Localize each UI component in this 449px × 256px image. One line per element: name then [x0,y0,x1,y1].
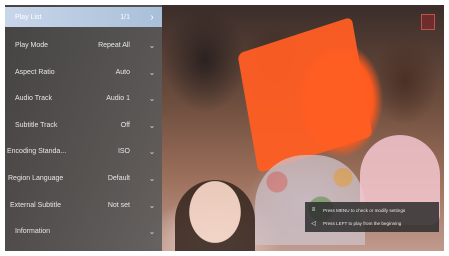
chevron-right-icon: › [150,11,154,23]
menu-item-aspect-ratio[interactable]: Aspect Ratio Auto ⌄ [5,62,162,82]
left-triangle-icon: ◁ [311,221,316,227]
menu-item-value: Audio 1 [106,94,130,102]
hint-menu-text: Press MENU to check or modify settings [323,207,406,213]
menu-item-label: Subtitle Track [15,121,58,129]
menu-item-value: Off [120,121,130,129]
menu-lines-icon: ≡ [311,207,316,213]
menu-item-value: Default [107,174,130,182]
menu-item-audio-track[interactable]: Audio Track Audio 1 ⌄ [5,88,162,108]
menu-item-external-subtitle[interactable]: External Subtitle Not set ⌄ [5,195,162,215]
channel-logo-icon [421,14,435,30]
menu-item-label: Play Mode [15,41,49,49]
menu-item-subtitle-track[interactable]: Subtitle Track Off ⌄ [5,115,162,135]
menu-item-value: ISO [117,147,130,155]
menu-item-value: Not set [107,201,130,209]
settings-menu: Play List 1/1 › Play Mode Repeat All ⌄ A… [5,5,162,251]
chevron-down-icon: ⌄ [148,93,156,103]
menu-item-information[interactable]: Information ⌄ [5,221,162,241]
menu-item-label: Play List [15,13,42,21]
chevron-down-icon: ⌄ [148,200,156,210]
video-scene-person [175,180,255,251]
menu-item-label: Aspect Ratio [15,68,55,76]
menu-item-value: Repeat All [98,41,130,49]
hint-line-menu: ≡ Press MENU to check or modify settings [309,207,405,213]
chevron-down-icon: ⌄ [148,120,156,130]
menu-item-label: Encoding Standa... [7,147,67,155]
hint-line-left: ◁ Press LEFT to play from the beginning [309,220,401,227]
menu-item-region-language[interactable]: Region Language Default ⌄ [5,168,162,188]
menu-item-label: External Subtitle [10,201,61,209]
menu-item-play-mode[interactable]: Play Mode Repeat All ⌄ [5,35,162,55]
chevron-down-icon: ⌄ [148,226,156,236]
chevron-down-icon: ⌄ [148,146,156,156]
menu-item-label: Information [15,227,51,235]
help-hint-box: ≡ Press MENU to check or modify settings… [305,202,439,232]
chevron-down-icon: ⌄ [148,67,156,77]
menu-item-value: Auto [115,68,130,76]
menu-item-value: 1/1 [120,13,130,21]
chevron-down-icon: ⌄ [148,40,156,50]
hint-left-text: Press LEFT to play from the beginning [323,221,402,226]
chevron-down-icon: ⌄ [148,173,156,183]
menu-item-label: Region Language [8,174,64,182]
menu-item-encoding-standard[interactable]: Encoding Standa... ISO ⌄ [5,141,162,161]
menu-item-play-list[interactable]: Play List 1/1 › [5,7,162,27]
menu-item-label: Audio Track [15,94,52,102]
